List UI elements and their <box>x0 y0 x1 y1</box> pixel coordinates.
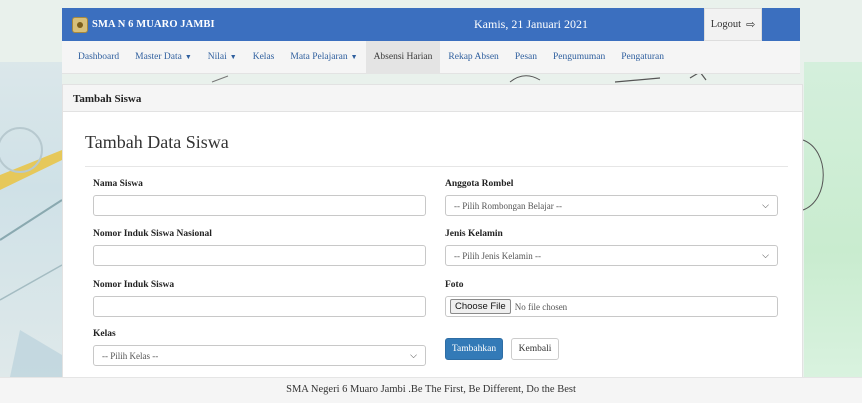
menu-item-rekap-absen[interactable]: Rekap Absen <box>440 41 506 74</box>
menu-item-absensi-harian[interactable]: Absensi Harian <box>365 40 441 74</box>
file-status-text: No file chosen <box>514 301 568 312</box>
jenis-kelamin-label: Jenis Kelamin <box>445 229 503 239</box>
kembali-button[interactable]: Kembali <box>511 338 559 360</box>
logout-label: Logout <box>710 19 742 30</box>
field-anggota-rombel: Anggota Rombel -- Pilih Rombongan Belaja… <box>445 179 778 216</box>
logout-button[interactable]: Logout ⇨ <box>704 8 762 41</box>
top-navbar: SMA N 6 MUARO JAMBI Kamis, 21 Januari 20… <box>62 8 800 41</box>
menu-item-nilai[interactable]: Nilai ▼ <box>200 41 245 74</box>
nisn-input[interactable] <box>93 245 426 266</box>
field-jenis-kelamin: Jenis Kelamin -- Pilih Jenis Kelamin -- … <box>445 229 778 266</box>
menu-item-pengumuman[interactable]: Pengumuman <box>545 41 613 74</box>
nama-siswa-input[interactable] <box>93 195 426 216</box>
panel-heading: Tambah Siswa <box>63 85 802 112</box>
page-title: Tambah Data Siswa <box>85 132 229 152</box>
field-nama-siswa: Nama Siswa <box>93 179 426 216</box>
field-foto: Foto Choose File No file chosen <box>445 280 778 317</box>
menu-item-pesan[interactable]: Pesan <box>507 41 545 74</box>
sign-out-icon: ⇨ <box>746 19 756 31</box>
chevron-down-icon: ⌵ <box>410 350 417 360</box>
brand[interactable]: SMA N 6 MUARO JAMBI <box>62 16 392 33</box>
jenis-kelamin-select[interactable]: -- Pilih Jenis Kelamin -- ⌵ <box>445 245 778 266</box>
choose-file-button[interactable]: Choose File <box>450 299 511 314</box>
nama-siswa-label: Nama Siswa <box>93 179 143 189</box>
kelas-selected-value: -- Pilih Kelas -- <box>102 350 159 361</box>
field-nis: Nomor Induk Siswa <box>93 280 426 317</box>
jenis-kelamin-selected-value: -- Pilih Jenis Kelamin -- <box>454 250 541 261</box>
add-student-panel: Tambah Siswa Tambah Data Siswa Nama Sisw… <box>62 84 803 378</box>
rombel-label: Anggota Rombel <box>445 179 514 189</box>
footer-text: SMA Negeri 6 Muaro Jambi .Be The First, … <box>286 384 576 395</box>
footer: SMA Negeri 6 Muaro Jambi .Be The First, … <box>0 377 862 403</box>
divider <box>85 166 788 167</box>
field-kelas: Kelas -- Pilih Kelas -- ⌵ <box>93 329 426 366</box>
foto-file-input[interactable]: Choose File No file chosen <box>445 296 778 317</box>
tambahkan-button[interactable]: Tambahkan <box>445 338 503 360</box>
chevron-down-icon: ⌵ <box>762 250 769 260</box>
caret-down-icon: ▼ <box>350 53 358 61</box>
menu-item-mata-pelajaran[interactable]: Mata Pelajaran ▼ <box>282 41 365 74</box>
caret-down-icon: ▼ <box>229 53 237 61</box>
menu-item-pengaturan[interactable]: Pengaturan <box>613 41 672 74</box>
menu-item-master-data[interactable]: Master Data ▼ <box>127 41 200 74</box>
menu-item-dashboard[interactable]: Dashboard <box>70 41 127 74</box>
school-logo-icon <box>72 16 88 33</box>
chevron-down-icon: ⌵ <box>762 200 769 210</box>
kelas-select[interactable]: -- Pilih Kelas -- ⌵ <box>93 345 426 366</box>
nisn-label: Nomor Induk Siswa Nasional <box>93 229 212 239</box>
nis-input[interactable] <box>93 296 426 317</box>
kelas-label: Kelas <box>93 329 116 339</box>
main-menu: Dashboard Master Data ▼ Nilai ▼ Kelas Mata… <box>62 40 800 74</box>
rombel-selected-value: -- Pilih Rombongan Belajar -- <box>454 200 562 211</box>
rombel-select[interactable]: -- Pilih Rombongan Belajar -- ⌵ <box>445 195 778 216</box>
foto-label: Foto <box>445 280 464 290</box>
field-nisn: Nomor Induk Siswa Nasional <box>93 229 426 266</box>
caret-down-icon: ▼ <box>184 53 192 61</box>
brand-name: SMA N 6 MUARO JAMBI <box>92 19 215 30</box>
menu-item-kelas[interactable]: Kelas <box>245 41 283 74</box>
nis-label: Nomor Induk Siswa <box>93 280 175 290</box>
